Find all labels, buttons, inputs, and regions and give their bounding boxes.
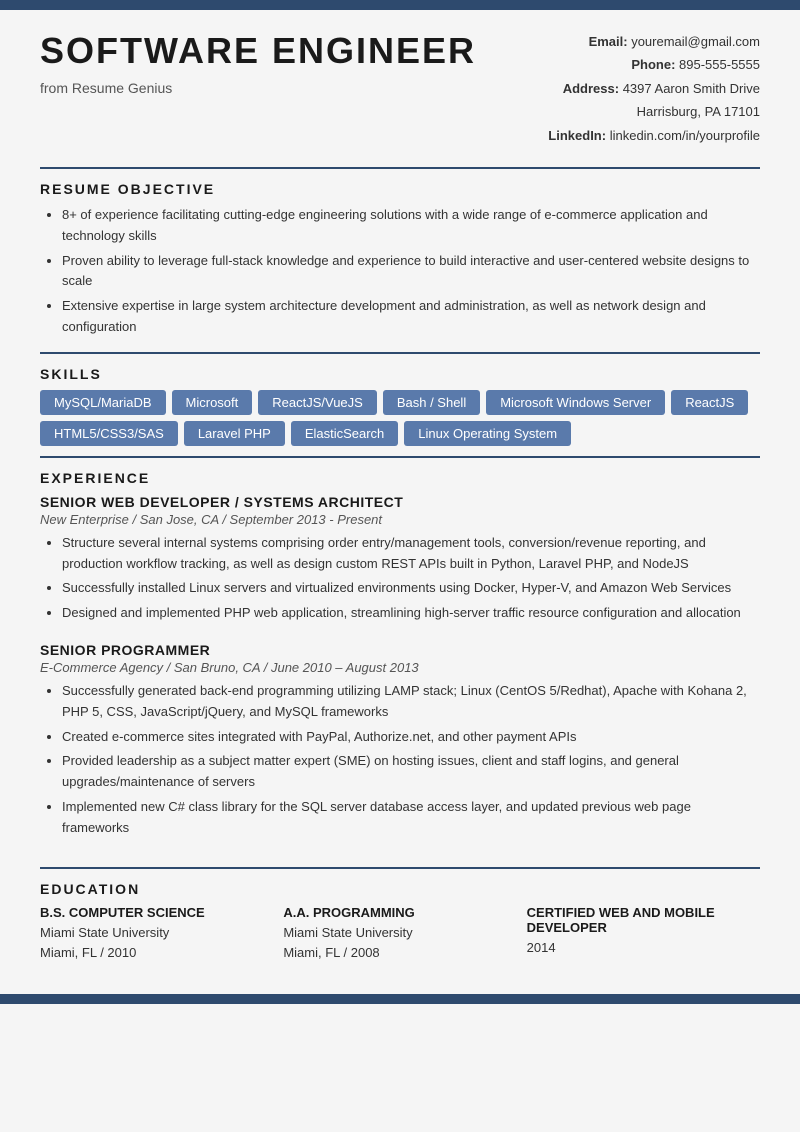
list-item: Created e-commerce sites integrated with…: [62, 727, 760, 748]
edu-degree-2: A.A. PROGRAMMING: [283, 905, 516, 920]
list-item: Extensive expertise in large system arch…: [62, 296, 760, 338]
job-title-2: SENIOR PROGRAMMER: [40, 642, 760, 658]
linkedin-value: linkedin.com/in/yourprofile: [610, 128, 760, 143]
education-section: EDUCATION B.S. COMPUTER SCIENCE Miami St…: [0, 869, 800, 975]
bottom-accent-bar: [0, 994, 800, 1004]
experience-section: EXPERIENCE SENIOR WEB DEVELOPER / SYSTEM…: [0, 458, 800, 867]
top-accent-bar: [0, 0, 800, 10]
header-left: SOFTWARE ENGINEER from Resume Genius: [40, 30, 548, 147]
linkedin-line: LinkedIn: linkedin.com/in/yourprofile: [548, 124, 760, 147]
skill-badge: MySQL/MariaDB: [40, 390, 166, 415]
edu-school-1: Miami State University: [40, 923, 273, 944]
list-item: Provided leadership as a subject matter …: [62, 751, 760, 793]
list-item: Successfully generated back-end programm…: [62, 681, 760, 723]
job-company-1: New Enterprise / San Jose, CA / Septembe…: [40, 512, 760, 527]
header: SOFTWARE ENGINEER from Resume Genius Ema…: [0, 10, 800, 167]
edu-detail-1: Miami, FL / 2010: [40, 943, 273, 964]
skill-badge: Laravel PHP: [184, 421, 285, 446]
email-label: Email:: [589, 34, 628, 49]
edu-item-1: B.S. COMPUTER SCIENCE Miami State Univer…: [40, 905, 273, 965]
experience-title: EXPERIENCE: [40, 470, 760, 486]
phone-label: Phone:: [631, 57, 675, 72]
linkedin-label: LinkedIn:: [548, 128, 606, 143]
email-line: Email: youremail@gmail.com: [548, 30, 760, 53]
objective-section: RESUME OBJECTIVE 8+ of experience facili…: [0, 169, 800, 352]
edu-degree-3: CERTIFIED WEB AND MOBILE DEVELOPER: [527, 905, 760, 935]
resume-page: SOFTWARE ENGINEER from Resume Genius Ema…: [0, 0, 800, 1132]
edu-school-2: Miami State University: [283, 923, 516, 944]
skill-badge: Bash / Shell: [383, 390, 480, 415]
edu-detail-2: Miami, FL / 2008: [283, 943, 516, 964]
edu-detail-3: 2014: [527, 938, 760, 959]
skills-title: SKILLS: [40, 366, 760, 382]
edu-item-2: A.A. PROGRAMMING Miami State University …: [283, 905, 516, 965]
skill-badge: ElasticSearch: [291, 421, 398, 446]
job-bullets-2: Successfully generated back-end programm…: [40, 681, 760, 839]
list-item: Designed and implemented PHP web applica…: [62, 603, 760, 624]
skill-badge: ReactJS: [671, 390, 748, 415]
skills-section: SKILLS MySQL/MariaDB Microsoft ReactJS/V…: [0, 354, 800, 456]
skill-badge: Microsoft: [172, 390, 253, 415]
phone-value: 895-555-5555: [679, 57, 760, 72]
list-item: Implemented new C# class library for the…: [62, 797, 760, 839]
email-value: youremail@gmail.com: [631, 34, 760, 49]
job-block-2: SENIOR PROGRAMMER E-Commerce Agency / Sa…: [40, 642, 760, 839]
address-line1: 4397 Aaron Smith Drive: [623, 81, 760, 96]
education-title: EDUCATION: [40, 881, 760, 897]
skills-badges: MySQL/MariaDB Microsoft ReactJS/VueJS Ba…: [40, 390, 760, 446]
phone-line: Phone: 895-555-5555: [548, 53, 760, 76]
job-title: SOFTWARE ENGINEER: [40, 30, 548, 72]
list-item: 8+ of experience facilitating cutting-ed…: [62, 205, 760, 247]
list-item: Structure several internal systems compr…: [62, 533, 760, 575]
skill-badge: HTML5/CSS3/SAS: [40, 421, 178, 446]
address-line: Address: 4397 Aaron Smith Drive Harrisbu…: [548, 77, 760, 124]
education-grid: B.S. COMPUTER SCIENCE Miami State Univer…: [40, 905, 760, 965]
edu-item-3: CERTIFIED WEB AND MOBILE DEVELOPER 2014: [527, 905, 760, 965]
edu-degree-1: B.S. COMPUTER SCIENCE: [40, 905, 273, 920]
job-company-2: E-Commerce Agency / San Bruno, CA / June…: [40, 660, 760, 675]
job-block-1: SENIOR WEB DEVELOPER / SYSTEMS ARCHITECT…: [40, 494, 760, 624]
job-bullets-1: Structure several internal systems compr…: [40, 533, 760, 624]
objective-title: RESUME OBJECTIVE: [40, 181, 760, 197]
skill-badge: Microsoft Windows Server: [486, 390, 665, 415]
list-item: Successfully installed Linux servers and…: [62, 578, 760, 599]
skill-badge: ReactJS/VueJS: [258, 390, 377, 415]
address-label: Address:: [563, 81, 619, 96]
contact-info: Email: youremail@gmail.com Phone: 895-55…: [548, 30, 760, 147]
skill-badge: Linux Operating System: [404, 421, 571, 446]
source-subtitle: from Resume Genius: [40, 80, 548, 96]
objective-list: 8+ of experience facilitating cutting-ed…: [40, 205, 760, 338]
address-line2: Harrisburg, PA 17101: [637, 104, 760, 119]
list-item: Proven ability to leverage full-stack kn…: [62, 251, 760, 293]
job-title-1: SENIOR WEB DEVELOPER / SYSTEMS ARCHITECT: [40, 494, 760, 510]
